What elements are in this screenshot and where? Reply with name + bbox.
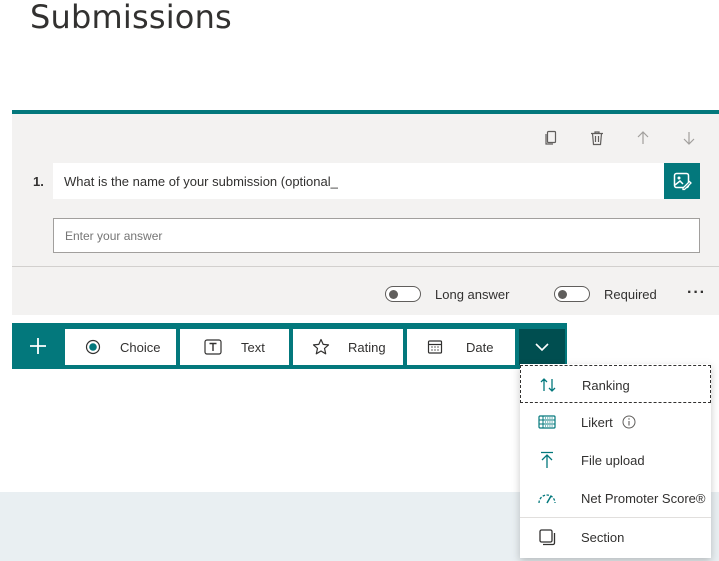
- rating-label: Rating: [348, 340, 386, 355]
- answer-input[interactable]: [53, 218, 700, 253]
- upload-icon: [537, 451, 557, 469]
- delete-question-button[interactable]: [585, 126, 609, 150]
- chevron-down-icon: [535, 343, 549, 352]
- more-options-button[interactable]: ···: [687, 284, 706, 302]
- long-answer-toggle[interactable]: Long answer: [385, 286, 509, 302]
- plus-icon: [30, 338, 46, 354]
- net-promoter-score-label: Net Promoter Score®: [581, 491, 706, 506]
- more-question-types-button[interactable]: [519, 329, 565, 365]
- menu-item-ranking[interactable]: Ranking: [520, 365, 711, 403]
- move-up-button[interactable]: [631, 126, 655, 150]
- delete-icon: [591, 131, 603, 146]
- date-label: Date: [466, 340, 494, 355]
- choice-label: Choice: [120, 340, 161, 355]
- menu-item-section[interactable]: Section: [520, 518, 711, 556]
- move-down-icon: [683, 132, 695, 145]
- menu-item-likert[interactable]: Likert: [520, 403, 711, 441]
- copy-question-button[interactable]: [539, 126, 563, 150]
- text-icon: [204, 338, 222, 356]
- add-question-bar: Choice Text Rating Date: [12, 323, 567, 369]
- ranking-label: Ranking: [582, 378, 630, 393]
- calendar-icon: [426, 338, 444, 356]
- radio-icon: [84, 338, 102, 356]
- likert-label: Likert: [581, 415, 613, 430]
- card-divider: [12, 266, 719, 267]
- likert-icon: [537, 413, 557, 431]
- add-choice-button[interactable]: Choice: [65, 329, 176, 365]
- required-switch[interactable]: [554, 286, 590, 302]
- long-answer-switch[interactable]: [385, 286, 421, 302]
- copy-icon: [545, 130, 557, 145]
- menu-item-file-upload[interactable]: File upload: [520, 441, 711, 479]
- question-title-input[interactable]: What is the name of your submission (opt…: [53, 163, 664, 199]
- required-toggle[interactable]: Required: [554, 286, 657, 302]
- gauge-icon: [537, 489, 557, 507]
- add-rating-button[interactable]: Rating: [293, 329, 403, 365]
- move-down-button[interactable]: [677, 126, 701, 150]
- page-title: Submissions: [30, 0, 232, 36]
- add-text-button[interactable]: Text: [180, 329, 289, 365]
- info-icon[interactable]: [622, 415, 636, 429]
- section-label: Section: [581, 530, 625, 545]
- insert-media-button[interactable]: [664, 163, 700, 199]
- add-date-button[interactable]: Date: [407, 329, 515, 365]
- long-answer-label: Long answer: [435, 286, 510, 302]
- insert-media-icon: [673, 172, 692, 191]
- star-icon: [312, 338, 330, 356]
- add-question-button[interactable]: [24, 332, 52, 360]
- required-label: Required: [604, 286, 657, 302]
- move-up-icon: [637, 131, 649, 144]
- question-type-menu: Ranking Likert File upload Net Promoter …: [520, 364, 711, 558]
- question-toolbar: [539, 126, 701, 150]
- question-number: 1.: [33, 174, 44, 189]
- file-upload-label: File upload: [581, 453, 645, 468]
- ranking-icon: [538, 376, 558, 394]
- question-card[interactable]: 1. What is the name of your submission (…: [12, 110, 719, 315]
- section-icon: [537, 528, 557, 546]
- text-label: Text: [241, 340, 265, 355]
- menu-item-net-promoter-score[interactable]: Net Promoter Score®: [520, 479, 711, 517]
